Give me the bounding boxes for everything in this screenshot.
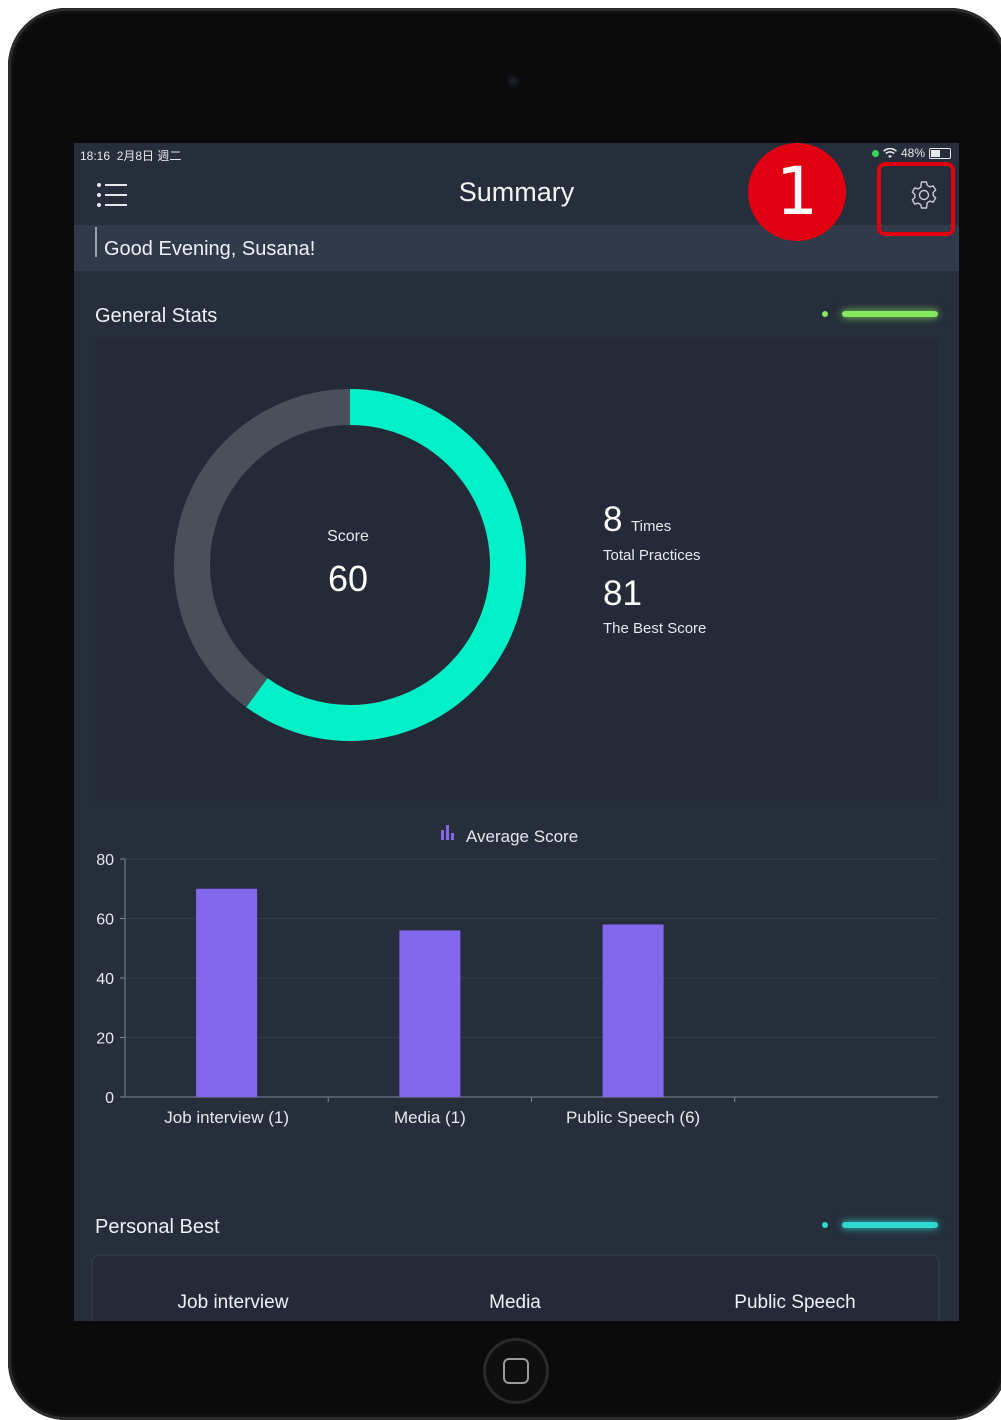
x-tick-label: Public Speech (6): [566, 1108, 700, 1127]
total-practices-value: 8: [603, 500, 623, 539]
total-practices-label: Total Practices: [603, 547, 701, 564]
general-stats-card: Score 60 8 Times Total Practices 81 The …: [95, 338, 938, 801]
step-number-badge: 1: [748, 143, 846, 241]
x-tick-label: Media (1): [394, 1108, 466, 1127]
tab-media[interactable]: Media: [415, 1292, 615, 1314]
total-practices-unit: Times: [631, 518, 672, 535]
tablet-device: 18:16 2月8日 週二 48% Summary Good Evening, …: [8, 8, 1001, 1420]
home-button[interactable]: [483, 1338, 549, 1404]
general-stats-accent-bar: [842, 311, 938, 317]
y-tick-label: 20: [96, 1031, 114, 1048]
greeting-divider: [95, 227, 97, 257]
y-tick-label: 0: [105, 1090, 114, 1107]
general-stats-accent-dot: [822, 311, 828, 317]
general-stats-title: General Stats: [95, 305, 218, 327]
gear-icon[interactable]: [909, 180, 939, 210]
tab-public-speech[interactable]: Public Speech: [695, 1292, 895, 1314]
battery-icon: [929, 147, 951, 159]
recording-dot-icon: [871, 149, 879, 157]
personal-best-title: Personal Best: [95, 1216, 220, 1238]
bar: [399, 930, 461, 1097]
personal-best-accent-bar: [842, 1222, 938, 1228]
personal-best-card: Job interview Media Public Speech: [93, 1256, 938, 1321]
status-clock: 18:16: [80, 149, 111, 163]
front-camera: [506, 74, 520, 88]
average-score-svg: Average Score 0 20 40 60 80 Job interview (1) M…: [96, 825, 938, 1127]
score-value: 60: [327, 558, 369, 599]
best-score-value: 81: [603, 574, 642, 613]
status-right: 48%: [871, 146, 951, 160]
greeting-text: Good Evening, Susana!: [104, 238, 316, 260]
tab-job-interview[interactable]: Job interview: [133, 1292, 333, 1314]
score-label: Score: [327, 528, 369, 545]
bar: [196, 888, 258, 1097]
y-tick-label: 60: [96, 912, 114, 929]
x-tick-label: Job interview (1): [164, 1108, 289, 1127]
status-date: 2月8日 週二: [116, 149, 182, 163]
personal-best-accent-dot: [822, 1222, 828, 1228]
home-button-glyph: [503, 1358, 529, 1384]
best-score-label: The Best Score: [603, 620, 707, 637]
app-screen: 18:16 2月8日 週二 48% Summary Good Evening, …: [74, 143, 959, 1321]
average-score-chart: Average Score 0 20 40 60 80 Job interview (1) M…: [74, 818, 959, 1148]
chart-title: Average Score: [466, 827, 578, 846]
greeting-banner: Good Evening, Susana!: [74, 225, 959, 271]
wifi-icon: [883, 147, 897, 158]
y-tick-label: 40: [96, 971, 114, 988]
y-tick-label: 80: [96, 852, 114, 869]
status-time: 18:16 2月8日 週二: [80, 147, 181, 164]
bar-chart-icon: [441, 825, 454, 840]
battery-percent: 48%: [900, 146, 925, 160]
bar: [602, 924, 664, 1097]
